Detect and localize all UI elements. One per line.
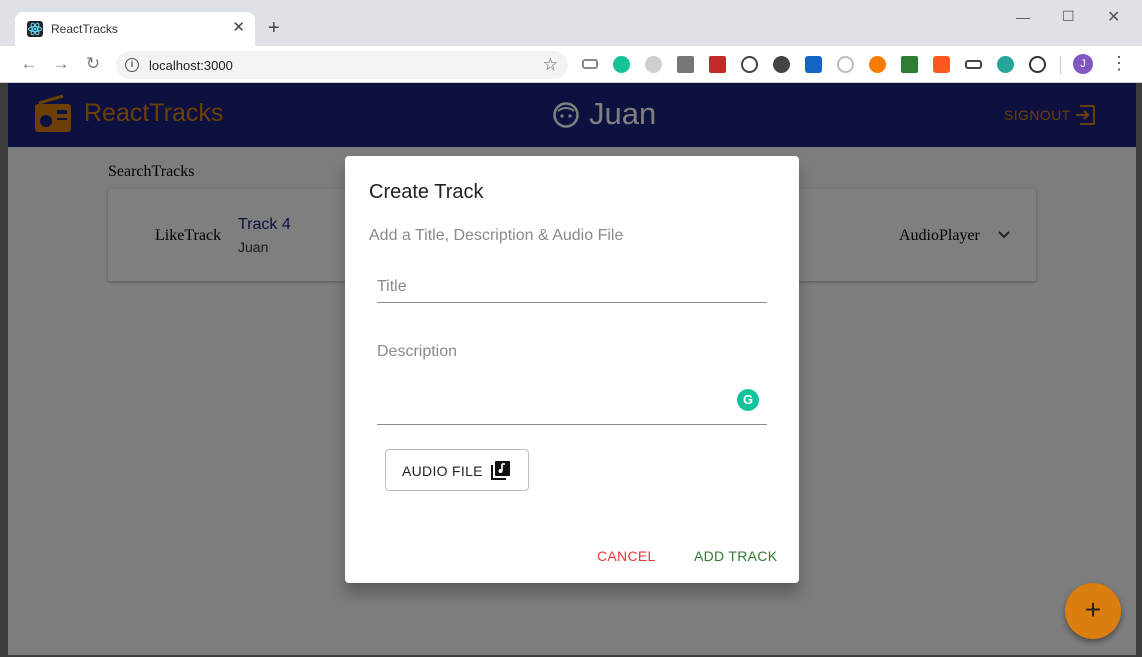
add-track-button[interactable]: ADD TRACK (694, 548, 777, 564)
back-icon[interactable]: ← (19, 54, 39, 74)
grammarly-icon[interactable]: G (737, 389, 759, 411)
title-placeholder: Title (377, 278, 407, 295)
extension-icon[interactable] (837, 56, 854, 73)
new-tab-icon[interactable]: + (268, 18, 280, 38)
browser-tab[interactable]: ReactTracks ✕ (15, 12, 255, 46)
extension-icon[interactable] (741, 56, 758, 73)
close-tab-icon[interactable]: ✕ (232, 20, 245, 36)
audio-file-button[interactable]: AUDIO FILE (385, 449, 529, 491)
url-text[interactable]: localhost:3000 (149, 58, 233, 73)
reload-icon[interactable]: ↻ (83, 54, 103, 74)
extension-icon[interactable] (582, 59, 598, 69)
bookmark-star-icon[interactable]: ☆ (543, 55, 558, 75)
dialog-title: Create Track (369, 181, 484, 203)
maximize-icon[interactable]: ☐ (1062, 8, 1075, 25)
library-music-icon (490, 460, 511, 486)
forward-icon[interactable]: → (51, 54, 71, 74)
browser-menu-icon[interactable]: ⋮ (1110, 52, 1128, 74)
close-window-icon[interactable]: ✕ (1107, 7, 1120, 27)
dialog-subtitle: Add a Title, Description & Audio File (369, 227, 624, 244)
description-placeholder: Description (377, 343, 458, 360)
add-track-fab[interactable]: + (1065, 583, 1121, 639)
extension-icon[interactable] (709, 56, 726, 73)
extension-icon[interactable] (933, 56, 950, 73)
extension-icon[interactable] (869, 56, 886, 73)
create-track-dialog: Create Track Add a Title, Description & … (345, 156, 799, 583)
tab-title: ReactTracks (51, 22, 118, 36)
grammarly-extension-icon[interactable] (613, 56, 630, 73)
extension-icon[interactable] (901, 56, 918, 73)
extension-icon[interactable] (645, 56, 662, 73)
title-input[interactable]: Title (377, 274, 767, 303)
profile-avatar[interactable]: J (1073, 54, 1093, 74)
extension-icon[interactable] (805, 56, 822, 73)
audio-file-label: AUDIO FILE (402, 463, 483, 479)
minimize-icon[interactable]: — (1016, 9, 1030, 25)
description-input[interactable]: Description (377, 338, 767, 425)
react-favicon-icon (27, 21, 43, 37)
extension-icon[interactable] (965, 60, 982, 69)
browser-titlebar: ReactTracks ✕ + — ☐ ✕ (0, 0, 1142, 46)
extension-icon[interactable] (677, 56, 694, 73)
extension-icon[interactable] (1029, 56, 1046, 73)
cancel-button[interactable]: CANCEL (597, 548, 656, 564)
address-bar[interactable]: i localhost:3000 ☆ (116, 51, 568, 79)
extension-icon[interactable] (773, 56, 790, 73)
browser-toolbar: ← → ↻ i localhost:3000 ☆ J ⋮ (0, 46, 1142, 83)
info-icon[interactable]: i (125, 58, 139, 72)
extension-icon[interactable] (997, 56, 1014, 73)
toolbar-divider (1060, 56, 1061, 74)
